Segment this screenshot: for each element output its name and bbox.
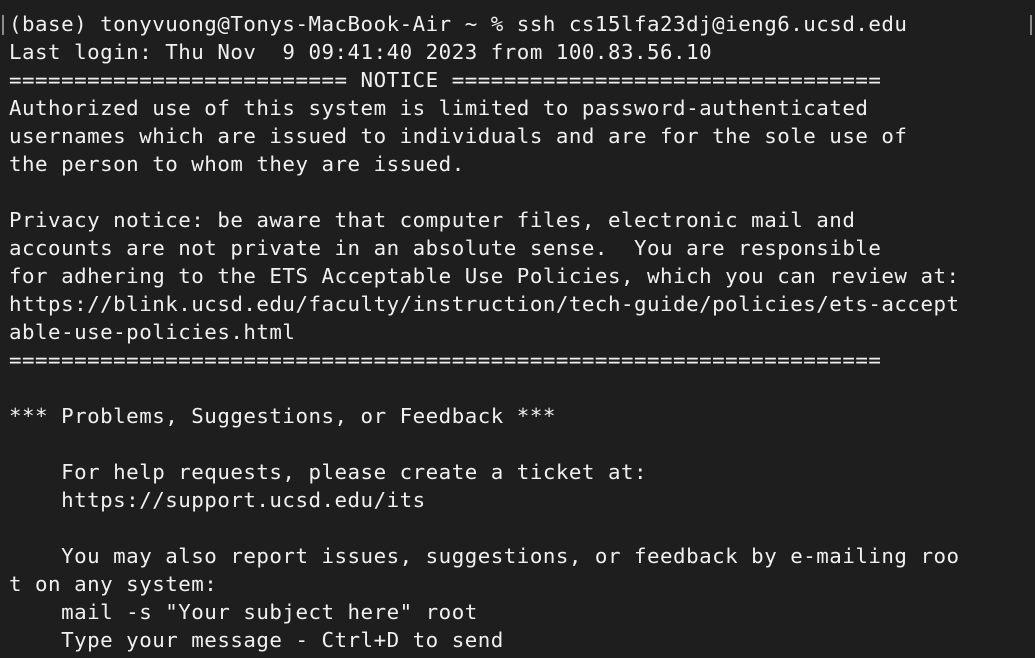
terminal-line-blank xyxy=(9,514,1035,542)
terminal-line-last-login: Last login: Thu Nov 9 09:41:40 2023 from… xyxy=(9,40,713,64)
terminal-line-notice-footer: ========================================… xyxy=(9,348,882,372)
terminal-line-blank xyxy=(9,374,1035,402)
line-marker xyxy=(2,15,4,35)
terminal-line-url: https://blink.ucsd.edu/faculty/instructi… xyxy=(9,292,960,316)
terminal-line: t on any system: xyxy=(9,572,218,596)
terminal-line: You may also report issues, suggestions,… xyxy=(9,544,960,568)
terminal-line: For help requests, please create a ticke… xyxy=(9,460,648,484)
terminal-line: for adhering to the ETS Acceptable Use P… xyxy=(9,264,960,288)
terminal-line: Type your message - Ctrl+D to send xyxy=(9,628,504,652)
terminal-line-url: https://support.ucsd.edu/its xyxy=(9,488,426,512)
terminal-line: accounts are not private in an absolute … xyxy=(9,236,882,260)
terminal-line-notice-header: ========================== NOTICE ======… xyxy=(9,68,882,92)
terminal-line-blank xyxy=(9,430,1035,458)
terminal-line: mail -s "Your subject here" root xyxy=(9,600,478,624)
terminal-line-prompt: (base) tonyvuong@Tonys-MacBook-Air ~ % s… xyxy=(9,12,908,36)
terminal-line-url: able-use-policies.html xyxy=(9,320,296,344)
terminal-line: Privacy notice: be aware that computer f… xyxy=(9,208,856,232)
terminal-line: Authorized use of this system is limited… xyxy=(9,96,869,120)
terminal-window[interactable]: (base) tonyvuong@Tonys-MacBook-Air ~ % s… xyxy=(0,0,1035,658)
terminal-line-heading: *** Problems, Suggestions, or Feedback *… xyxy=(9,404,556,428)
terminal-line-blank xyxy=(9,178,1035,206)
terminal-output: (base) tonyvuong@Tonys-MacBook-Air ~ % s… xyxy=(9,10,1035,654)
terminal-line: the person to whom they are issued. xyxy=(9,152,465,176)
terminal-line: usernames which are issued to individual… xyxy=(9,124,908,148)
